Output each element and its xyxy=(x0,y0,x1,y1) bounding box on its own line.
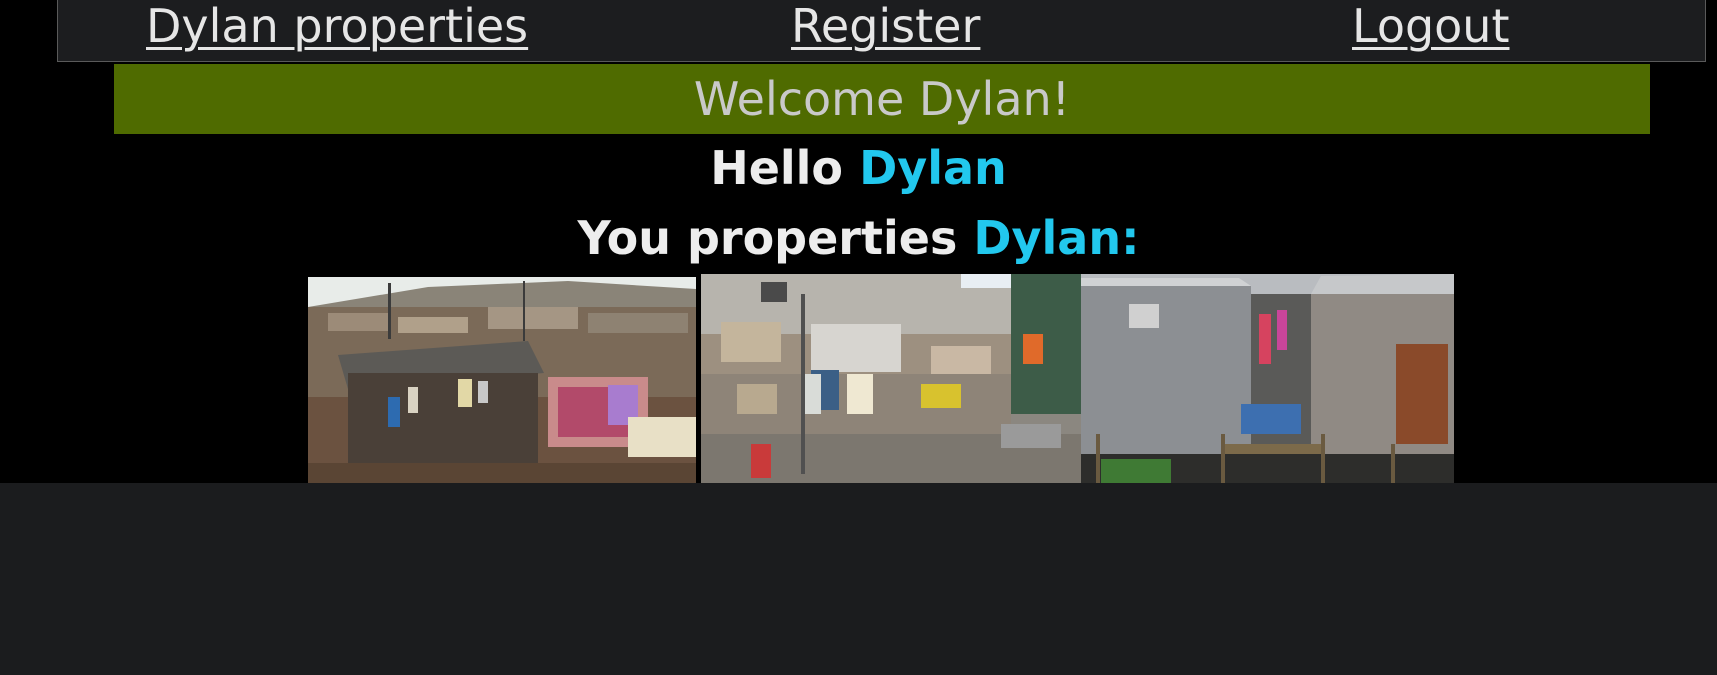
nav-link-brand[interactable]: Dylan properties xyxy=(146,0,528,54)
property-photo-3[interactable] xyxy=(1081,274,1454,483)
page-body: Dylan properties Register Logout Welcome… xyxy=(0,0,1717,483)
top-navigation: Dylan properties Register Logout xyxy=(57,0,1706,62)
properties-heading: You properties Dylan: xyxy=(0,206,1717,270)
welcome-banner-text: Welcome Dylan! xyxy=(693,72,1071,126)
hillside-shacks-image xyxy=(308,277,696,483)
property-photo-1[interactable] xyxy=(308,277,696,483)
tin-walkway-image xyxy=(1081,274,1454,483)
nav-link-register[interactable]: Register xyxy=(791,0,980,54)
greeting-username: Dylan xyxy=(859,141,1007,195)
properties-prefix: You properties xyxy=(577,211,958,265)
property-photo-2[interactable] xyxy=(701,274,1083,483)
welcome-banner: Welcome Dylan! xyxy=(114,64,1650,134)
greeting-heading: Hello Dylan xyxy=(0,136,1717,200)
property-photo-gallery xyxy=(308,274,1458,483)
nav-link-logout[interactable]: Logout xyxy=(1352,0,1510,54)
page-footer-area xyxy=(0,483,1717,675)
greeting-prefix: Hello xyxy=(710,141,844,195)
stacked-shanties-image xyxy=(701,274,1083,483)
properties-username: Dylan: xyxy=(973,211,1140,265)
